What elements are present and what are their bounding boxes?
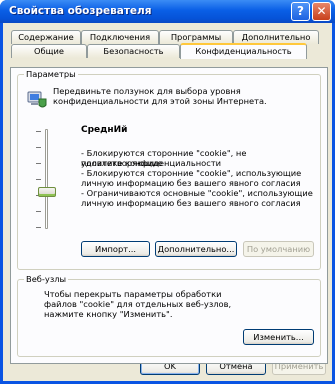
privacy-level-slider[interactable] xyxy=(34,129,60,229)
settings-group-label: Параметры xyxy=(24,69,78,79)
websites-text-line-3: нажмите кнопку "Изменить". xyxy=(44,309,173,319)
help-button[interactable]: ? xyxy=(291,2,310,21)
level-desc-line-6: личную информацию без вашего явного согл… xyxy=(81,198,301,208)
privacy-level-name: СреднИй xyxy=(81,125,128,135)
tab-advanced[interactable]: Дополнительно xyxy=(233,30,319,44)
tab-privacy[interactable]: Конфиденциальность xyxy=(180,43,307,59)
title-bar[interactable]: Свойства обозревателя ? ✕ xyxy=(0,0,335,23)
instruction-line-2: конфиденциальности для этой зоны Интерне… xyxy=(53,96,267,106)
tab-connections[interactable]: Подключения xyxy=(81,30,159,44)
settings-group: Параметры Передвиньте ползунок для выбор… xyxy=(17,69,321,270)
privacy-panel: Параметры Передвиньте ползунок для выбор… xyxy=(10,67,328,364)
dialog-client: Содержание Подключения Программы Дополни… xyxy=(3,23,332,381)
window-title: Свойства обозревателя xyxy=(9,5,152,17)
default-button[interactable]: По умолчанию xyxy=(243,241,314,257)
import-button[interactable]: Импорт... xyxy=(81,241,150,257)
advanced-settings-button[interactable]: Дополнительно... xyxy=(155,241,237,257)
privacy-computer-icon xyxy=(27,91,47,108)
slider-thumb[interactable] xyxy=(38,187,56,197)
tab-security[interactable]: Безопасность xyxy=(87,44,180,58)
edit-sites-button[interactable]: Изменить... xyxy=(243,329,314,345)
tab-general[interactable]: Общие xyxy=(11,44,87,58)
tab-programs[interactable]: Программы xyxy=(159,30,233,44)
websites-group-label: Веб-узлы xyxy=(24,274,69,284)
websites-group: Веб-узлы Чтобы перекрыть параметры обраб… xyxy=(17,274,321,357)
close-button[interactable]: ✕ xyxy=(312,2,331,21)
dialog-window: Свойства обозревателя ? ✕ Содержание Под… xyxy=(0,0,335,384)
tab-content[interactable]: Содержание xyxy=(11,30,81,44)
